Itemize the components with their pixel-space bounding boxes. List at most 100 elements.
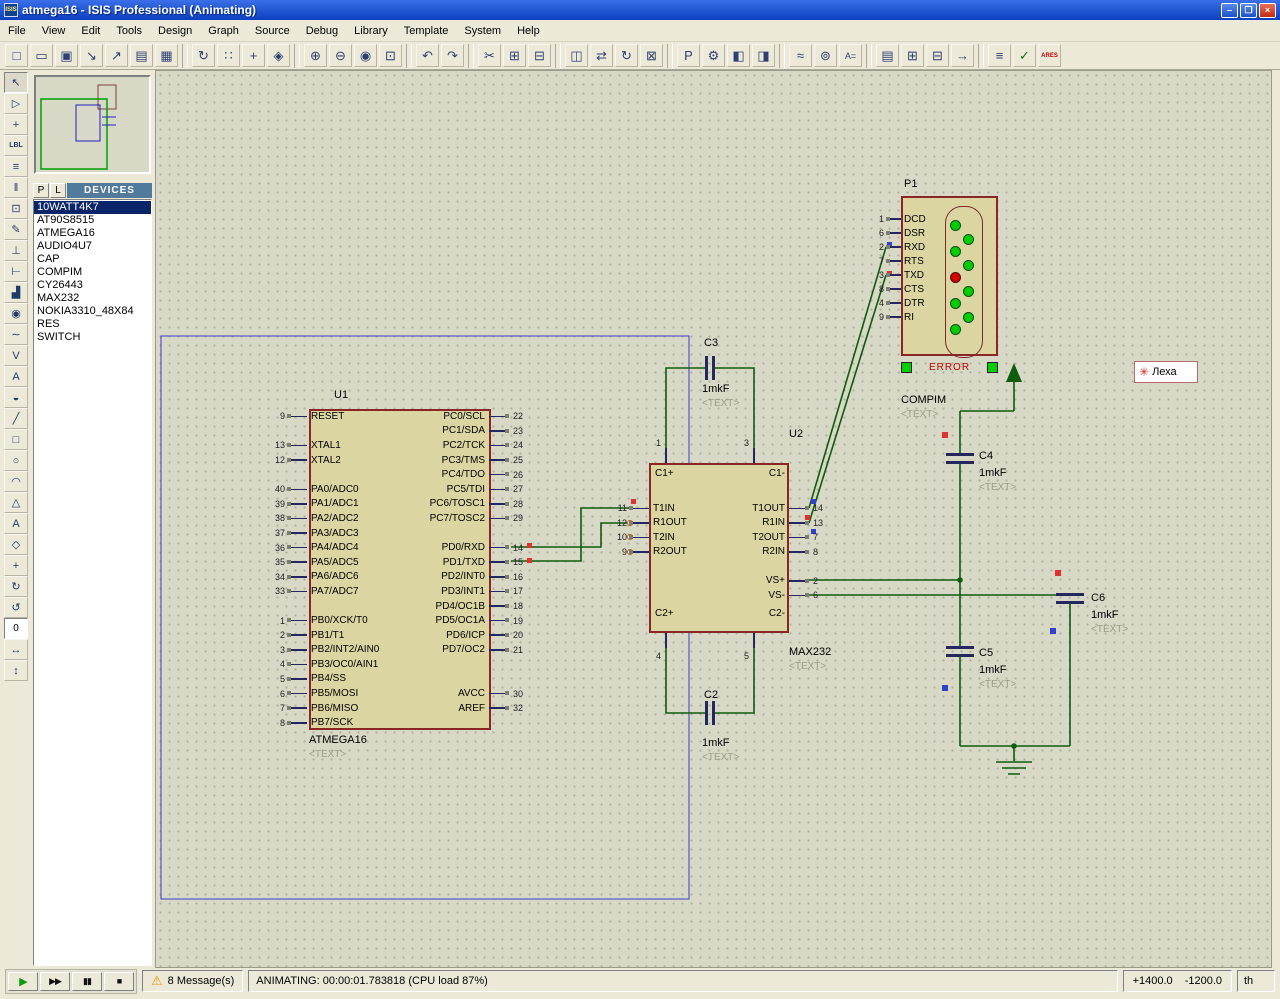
save-design-button[interactable]: ▣ — [55, 44, 78, 67]
device-item[interactable]: CAP — [34, 253, 151, 266]
goto-sheet-button[interactable]: → — [951, 44, 974, 67]
graph-mode-button[interactable]: ▟ — [4, 282, 28, 303]
electrical-rules-check-button[interactable]: ✓ — [1013, 44, 1036, 67]
rotation-angle-display[interactable]: 0 — [4, 618, 28, 639]
cut-button[interactable]: ✂ — [478, 44, 501, 67]
menu-debug[interactable]: Debug — [298, 22, 346, 40]
component-mode-button[interactable]: ▷ — [4, 93, 28, 114]
zoom-in-button[interactable]: ⊕ — [304, 44, 327, 67]
toolbar-separator[interactable] — [667, 44, 673, 68]
device-item[interactable]: SWITCH — [34, 331, 151, 344]
buses-mode-button[interactable]: ‖ — [4, 177, 28, 198]
device-item[interactable]: ATMEGA16 — [34, 227, 151, 240]
new-file-button[interactable]: □ — [5, 44, 28, 67]
component-c5-capacitor[interactable]: C5 1mkF <TEXT> — [931, 619, 1031, 689]
menu-edit[interactable]: Edit — [73, 22, 108, 40]
device-item[interactable]: AUDIO4U7 — [34, 240, 151, 253]
export-section-button[interactable]: ↗ — [105, 44, 128, 67]
toolbar-separator[interactable] — [294, 44, 300, 68]
v-mirror-button[interactable]: ↕ — [4, 660, 28, 681]
toolbar-separator[interactable] — [406, 44, 412, 68]
menu-graph[interactable]: Graph — [200, 22, 247, 40]
library-manage-button[interactable]: L — [50, 183, 66, 198]
component-c2-capacitor[interactable]: C2 1mkF <TEXT> — [691, 683, 771, 768]
minimize-button[interactable]: – — [1221, 3, 1238, 18]
2d-box-mode-button[interactable]: □ — [4, 429, 28, 450]
2d-marker-mode-button[interactable]: + — [4, 555, 28, 576]
property-assignment-button[interactable]: A= — [839, 44, 862, 67]
component-c4-capacitor[interactable]: C4 1mkF <TEXT> — [931, 426, 1031, 496]
instant-edit-mode-button[interactable]: ✎ — [4, 219, 28, 240]
new-sheet-button[interactable]: ⊞ — [901, 44, 924, 67]
menu-library[interactable]: Library — [346, 22, 396, 40]
selection-mode-button[interactable]: ↖ — [4, 72, 28, 93]
mark-output-area-button[interactable]: ▦ — [155, 44, 178, 67]
zoom-all-button[interactable]: ◉ — [354, 44, 377, 67]
component-c6-capacitor[interactable]: C6 1mkF <TEXT> — [1041, 566, 1141, 636]
tape-recorder-mode-button[interactable]: ◉ — [4, 303, 28, 324]
copy-button[interactable]: ⊞ — [503, 44, 526, 67]
toolbar-separator[interactable] — [866, 44, 872, 68]
schematic-canvas[interactable]: U1 9 RESET — [155, 70, 1272, 968]
2d-symbol-mode-button[interactable]: ◇ — [4, 534, 28, 555]
menu-file[interactable]: File — [0, 22, 34, 40]
component-p1-compim[interactable]: P1 1 DCD 6 DSR — [861, 176, 1061, 441]
block-rotate-button[interactable]: ↻ — [615, 44, 638, 67]
wire-label-mode-button[interactable]: LBL — [4, 135, 28, 156]
2d-text-mode-button[interactable]: A — [4, 513, 28, 534]
design-explorer-button[interactable]: ▤ — [876, 44, 899, 67]
center-at-cursor-button[interactable]: ◈ — [267, 44, 290, 67]
netlist-to-ares-button[interactable]: ARES — [1038, 44, 1061, 67]
menu-help[interactable]: Help — [509, 22, 548, 40]
rotate-anticlockwise-button[interactable]: ↺ — [4, 597, 28, 618]
toggle-false-origin-button[interactable]: + — [242, 44, 265, 67]
menu-system[interactable]: System — [456, 22, 509, 40]
open-design-button[interactable]: ▭ — [30, 44, 53, 67]
intersheet-terminal-mode-button[interactable]: ⊥ — [4, 240, 28, 261]
zoom-out-button[interactable]: ⊖ — [329, 44, 352, 67]
overview-minimap[interactable] — [34, 75, 151, 174]
toolbar-separator[interactable] — [468, 44, 474, 68]
menu-template[interactable]: Template — [396, 22, 457, 40]
toolbar-separator[interactable] — [555, 44, 561, 68]
pick-devices-button[interactable]: P — [33, 183, 49, 198]
device-item[interactable]: NOKIA3310_48X84 — [34, 305, 151, 318]
menu-tools[interactable]: Tools — [108, 22, 150, 40]
print-design-button[interactable]: ▤ — [130, 44, 153, 67]
component-u2-max232[interactable]: U2 C1+ C1- C2+ C2- 1 3 4 5 11 — [611, 426, 861, 681]
search-tag-button[interactable]: ⊚ — [814, 44, 837, 67]
import-section-button[interactable]: ↘ — [80, 44, 103, 67]
packaging-tool-button[interactable]: ◧ — [727, 44, 750, 67]
current-probe-mode-button[interactable]: A — [4, 366, 28, 387]
text-script-mode-button[interactable]: ≡ — [4, 156, 28, 177]
rotate-clockwise-button[interactable]: ↻ — [4, 576, 28, 597]
bill-of-materials-button[interactable]: ≡ — [988, 44, 1011, 67]
device-item[interactable]: MAX232 — [34, 292, 151, 305]
block-copy-button[interactable]: ◫ — [565, 44, 588, 67]
close-button[interactable]: × — [1259, 3, 1276, 18]
2d-arc-mode-button[interactable]: ◠ — [4, 471, 28, 492]
undo-button[interactable]: ↶ — [416, 44, 439, 67]
maximize-button[interactable]: ❐ — [1240, 3, 1257, 18]
junction-dot-mode-button[interactable]: + — [4, 114, 28, 135]
device-pin-mode-button[interactable]: ⊢ — [4, 261, 28, 282]
stop-button[interactable]: ■ — [104, 972, 134, 991]
menu-view[interactable]: View — [34, 22, 74, 40]
refresh-display-button[interactable]: ↻ — [192, 44, 215, 67]
zoom-to-area-button[interactable]: ⊡ — [379, 44, 402, 67]
menu-source[interactable]: Source — [247, 22, 298, 40]
message-log-button[interactable]: ⚠ 8 Message(s) — [142, 970, 243, 992]
play-button[interactable]: ▶ — [8, 972, 38, 991]
decompose-button[interactable]: ◨ — [752, 44, 775, 67]
generator-mode-button[interactable]: ∼ — [4, 324, 28, 345]
2d-circle-mode-button[interactable]: ○ — [4, 450, 28, 471]
toggle-grid-button[interactable]: ∷ — [217, 44, 240, 67]
paste-button[interactable]: ⊟ — [528, 44, 551, 67]
pause-button[interactable]: ▮▮ — [72, 972, 102, 991]
make-device-button[interactable]: ⚙ — [702, 44, 725, 67]
component-u1-atmega16[interactable]: U1 9 RESET — [269, 389, 569, 769]
toolbar-separator[interactable] — [779, 44, 785, 68]
subcircuit-mode-button[interactable]: ⊡ — [4, 198, 28, 219]
block-move-button[interactable]: ⇄ — [590, 44, 613, 67]
device-item[interactable]: CY26443 — [34, 279, 151, 292]
